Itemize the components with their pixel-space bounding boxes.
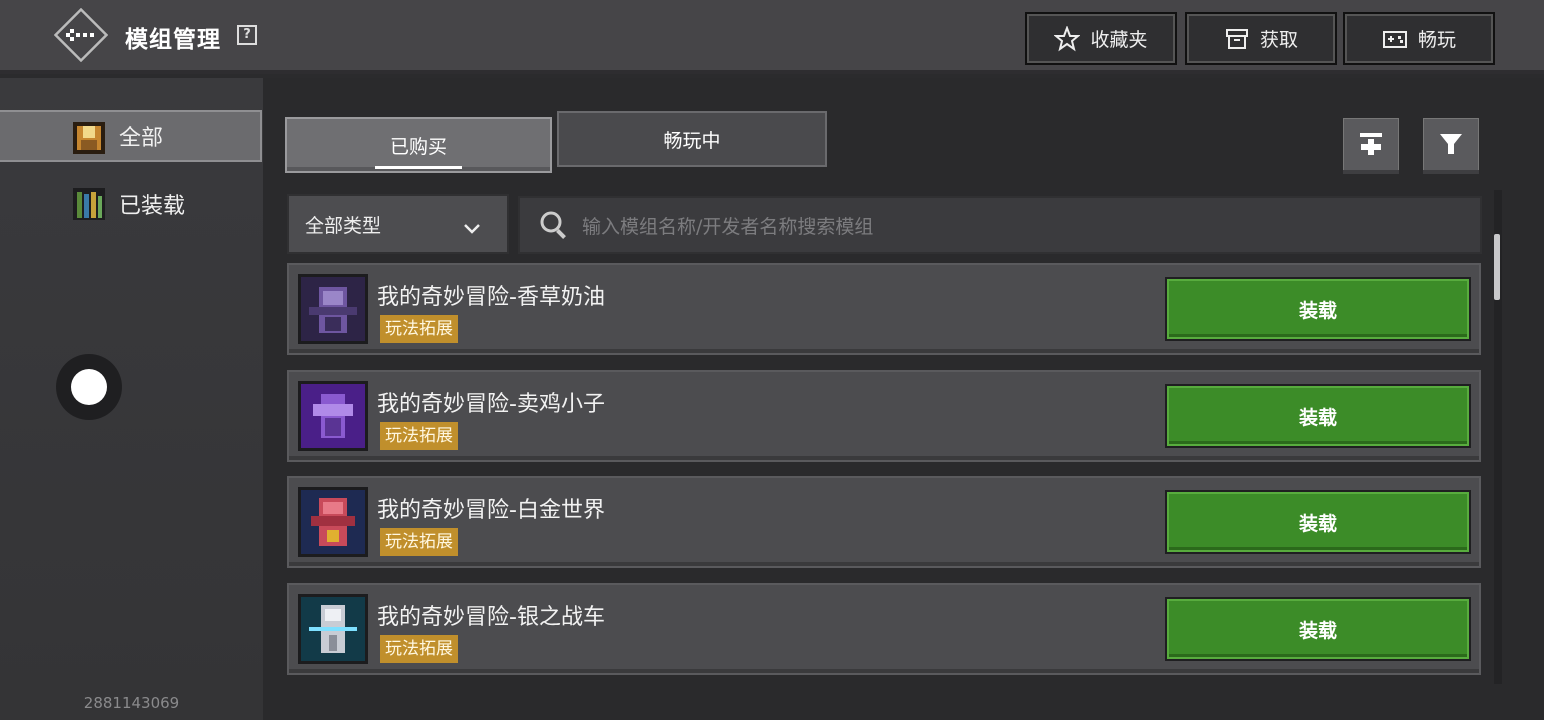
mod-row: 我的奇妙冒险-白金世界 玩法拓展 装载 [287,476,1481,568]
load-mod-button[interactable]: 装载 [1165,490,1471,554]
search-icon [538,209,570,241]
search-placeholder: 输入模组名称/开发者名称搜索模组 [582,215,874,238]
mod-category-tag: 玩法拓展 [380,422,458,450]
mod-row: 我的奇妙冒险-卖鸡小子 玩法拓展 装载 [287,370,1481,462]
type-dropdown[interactable]: 全部类型 [287,194,509,254]
mod-thumbnail [298,274,368,344]
back-icon[interactable] [53,7,109,63]
favorites-button[interactable]: 收藏夹 [1025,12,1177,65]
play-button[interactable]: 畅玩 [1343,12,1495,65]
star-icon [1054,25,1081,52]
sidebar-item-label: 已装载 [119,194,186,219]
loaded-mods-icon [71,186,107,222]
mod-row: 我的奇妙冒险-银之战车 玩法拓展 装载 [287,583,1481,675]
mod-category-tag: 玩法拓展 [380,635,458,663]
mod-thumbnail [298,487,368,557]
filter-button[interactable] [1421,116,1481,176]
user-id: 2881143069 [83,694,180,712]
top-bar: 模组管理 ? 收藏夹 获取 畅玩 [0,0,1544,74]
mod-category-tag: 玩法拓展 [380,528,458,556]
tab-label: 已购买 [389,135,447,158]
floating-joystick[interactable] [56,354,122,420]
load-mod-button[interactable]: 装载 [1165,384,1471,448]
mod-name: 我的奇妙冒险-香草奶油 [377,285,605,310]
load-mod-button[interactable]: 装载 [1165,277,1471,341]
sidebar-item-all[interactable]: 全部 [0,110,262,162]
favorites-label: 收藏夹 [1090,29,1148,51]
filter-icon [1437,130,1465,162]
search-input[interactable]: 输入模组名称/开发者名称搜索模组 [518,196,1482,254]
page-title: 模组管理 [125,27,221,53]
sidebar: 全部 已装载 [0,78,263,720]
store-icon [1224,26,1250,52]
load-mod-button[interactable]: 装载 [1165,597,1471,661]
mod-category-tag: 玩法拓展 [380,315,458,343]
pin-top-icon [1357,130,1385,162]
mod-thumbnail [298,381,368,451]
sidebar-item-loaded[interactable]: 已装载 [0,178,262,230]
chevron-down-icon [463,218,481,240]
sidebar-item-label: 全部 [119,126,164,151]
mod-name: 我的奇妙冒险-白金世界 [377,498,605,523]
mod-name: 我的奇妙冒险-银之战车 [377,605,605,630]
all-mods-icon [71,120,107,156]
type-dropdown-value: 全部类型 [305,214,382,237]
pin-top-button[interactable] [1341,116,1401,176]
mod-name: 我的奇妙冒险-卖鸡小子 [377,392,605,417]
tab-label: 畅玩中 [663,129,721,152]
tab-purchased[interactable]: 已购买 [285,117,552,173]
mod-thumbnail [298,594,368,664]
get-mods-label: 获取 [1259,29,1298,51]
mod-row: 我的奇妙冒险-香草奶油 玩法拓展 装载 [287,263,1481,355]
get-mods-button[interactable]: 获取 [1185,12,1337,65]
scrollbar-thumb[interactable] [1494,234,1500,300]
tab-underline [375,166,462,169]
play-label: 畅玩 [1417,29,1456,51]
gamepad-icon [1382,26,1408,52]
tab-playing[interactable]: 畅玩中 [557,111,827,167]
help-icon[interactable]: ? [237,25,257,45]
